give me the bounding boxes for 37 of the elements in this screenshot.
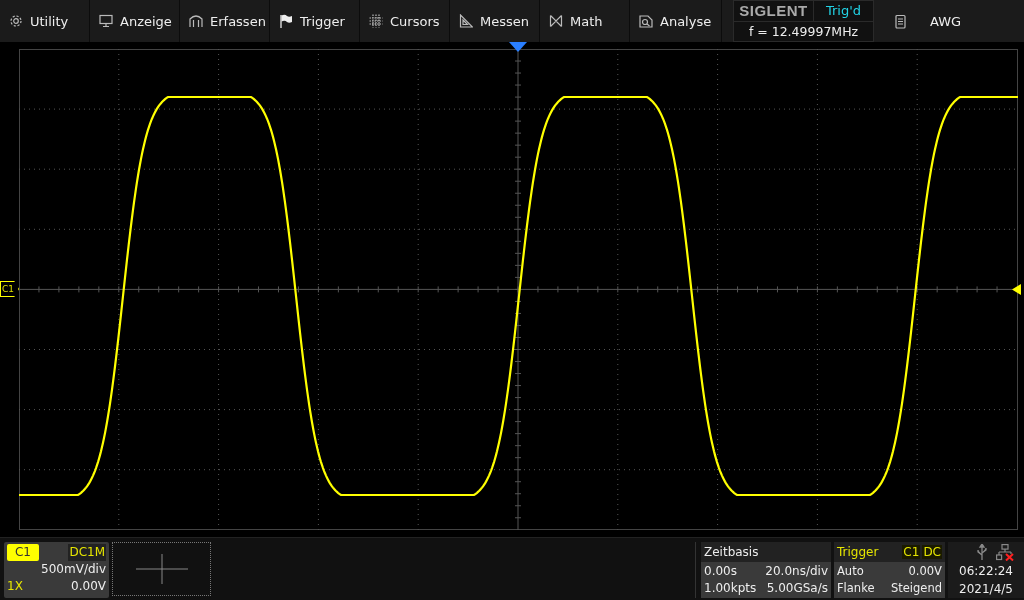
memory-depth: 1.00kpts [704,580,757,597]
panel-title: Zeitbasis [704,544,759,561]
gear-icon [9,14,23,28]
clipboard-icon [895,13,906,29]
zoom-overview-panel[interactable] [112,542,211,596]
horizontal-delay: 0.00s [704,563,737,580]
vertical-scale: 500mV/div [41,561,106,578]
trigger-slope: Steigend [890,580,942,597]
trigger-status: Trig'd [824,2,863,20]
clock-time: 06:22:24 [959,563,1013,580]
crosshair-icon [135,554,188,584]
trigger-mode: Auto [837,563,864,580]
magnifier-document-icon [639,14,653,28]
trigger-source: C1 [902,545,921,559]
probe-factor: 1X [7,578,23,595]
channel-coupling: DC1M [68,544,106,561]
network-disconnected-icon [995,543,1014,561]
channel-marker[interactable]: C1 [0,281,19,297]
channel-panel[interactable]: C1 DC1M 500mV/div 1X 0.00V [4,542,109,598]
panel-title: Trigger [837,544,879,561]
time-scale: 20.0ns/div [765,563,828,580]
monitor-icon [99,14,113,28]
arch-icon [189,14,203,28]
usb-icon [976,544,987,560]
trigger-type: Flanke [837,580,875,597]
vertical-offset: 0.00V [71,578,106,595]
trigger-level: 0.00V [908,563,942,580]
brand-logo: SIGLENT [734,1,814,21]
channel-label: C1 [7,544,39,561]
frequency-readout: f = 12.49997MHz [747,23,860,41]
trigger-coupling: DC [922,545,942,559]
flag-icon [279,14,293,28]
grid-icon [369,14,383,28]
clock-date: 2021/4/5 [959,581,1013,598]
trigger-level-marker[interactable] [1012,284,1021,295]
sample-rate: 5.00GSa/s [766,580,828,597]
m-shape-icon [549,14,563,28]
